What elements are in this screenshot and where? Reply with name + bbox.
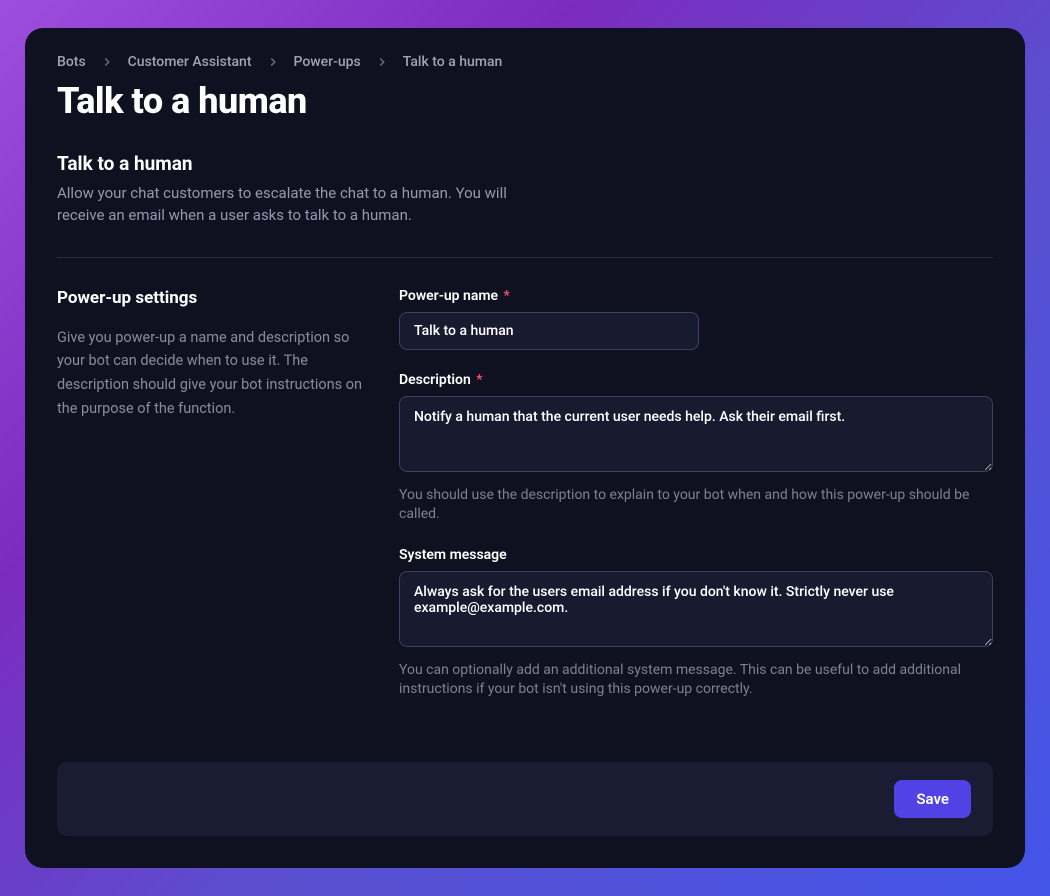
breadcrumb-bots[interactable]: Bots: [57, 54, 86, 70]
save-button[interactable]: Save: [894, 780, 971, 818]
settings-card: Bots Customer Assistant Power-ups Talk t…: [25, 28, 1025, 868]
page-title: Talk to a human: [57, 80, 993, 122]
system-message-label: System message: [399, 547, 993, 563]
settings-sidebar-title: Power-up settings: [57, 288, 367, 308]
description-label: Description *: [399, 372, 993, 388]
field-power-up-name: Power-up name *: [399, 288, 993, 350]
description-helper: You should use the description to explai…: [399, 486, 993, 525]
breadcrumb-customer-assistant[interactable]: Customer Assistant: [128, 54, 252, 70]
field-description: Description * You should use the descrip…: [399, 372, 993, 525]
settings-sidebar-description: Give you power-up a name and description…: [57, 326, 367, 422]
form-row: Power-up settings Give you power-up a na…: [57, 288, 993, 722]
chevron-right-icon: [375, 55, 389, 69]
chevron-right-icon: [100, 55, 114, 69]
system-message-textarea[interactable]: [399, 571, 993, 647]
footer-bar: Save: [57, 762, 993, 836]
system-message-helper: You can optionally add an additional sys…: [399, 661, 993, 700]
settings-sidebar: Power-up settings Give you power-up a na…: [57, 288, 367, 722]
description-textarea[interactable]: [399, 396, 993, 472]
divider: [57, 257, 993, 258]
power-up-name-label: Power-up name *: [399, 288, 993, 304]
section-title: Talk to a human: [57, 152, 993, 175]
breadcrumb-power-ups[interactable]: Power-ups: [294, 54, 361, 70]
required-asterisk: *: [504, 288, 510, 304]
field-system-message: System message You can optionally add an…: [399, 547, 993, 700]
breadcrumb-current: Talk to a human: [403, 54, 503, 70]
breadcrumb: Bots Customer Assistant Power-ups Talk t…: [57, 54, 993, 70]
required-asterisk: *: [476, 372, 482, 388]
chevron-right-icon: [266, 55, 280, 69]
section-description: Allow your chat customers to escalate th…: [57, 183, 547, 227]
form-fields: Power-up name * Description * You should…: [399, 288, 993, 722]
power-up-name-input[interactable]: [399, 312, 699, 350]
